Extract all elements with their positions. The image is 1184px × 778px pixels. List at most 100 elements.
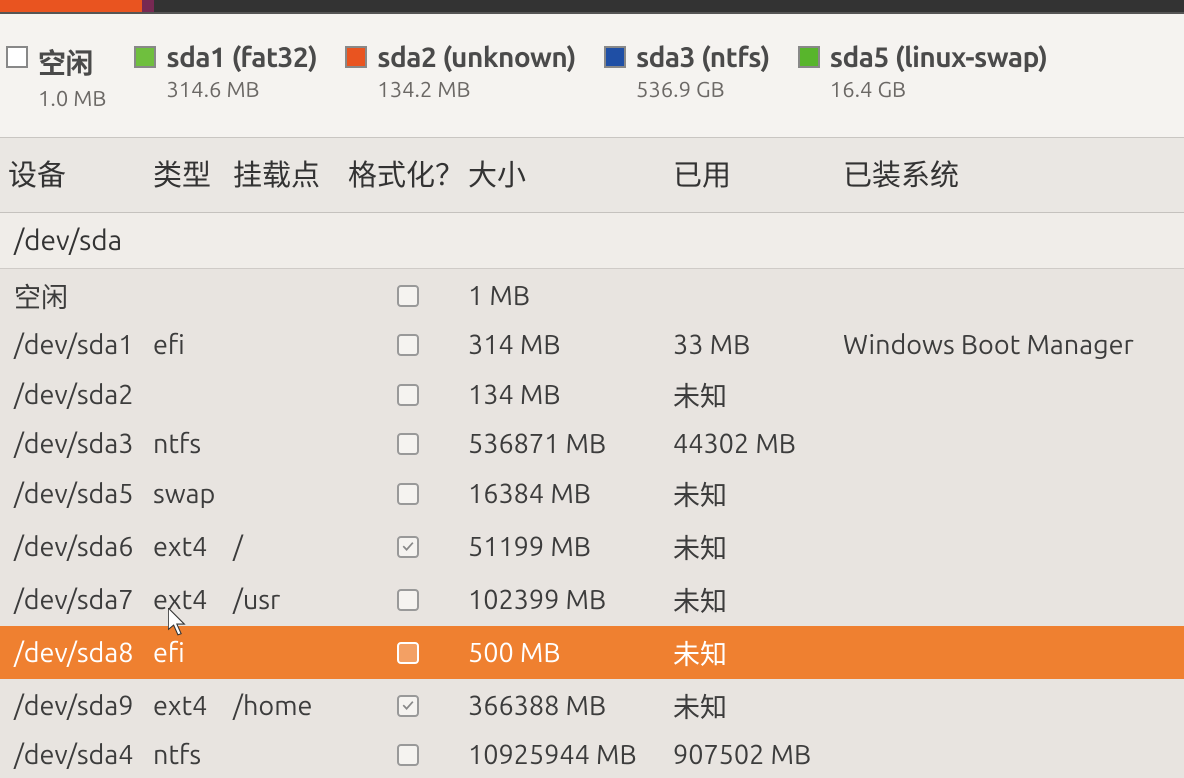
cell-device: /dev/sda6 [8, 532, 153, 562]
cell-device: /dev/sda8 [8, 638, 153, 668]
cell-type: ntfs [153, 429, 233, 459]
partition-row[interactable]: /dev/sda9ext4/home366388 MB未知 [0, 679, 1184, 732]
legend-sda3-label: sda3 (ntfs) [636, 42, 770, 73]
cell-used: 未知 [673, 580, 843, 619]
cell-size: 16384 MB [468, 479, 673, 509]
cell-format [348, 744, 468, 766]
cell-size: 51199 MB [468, 532, 673, 562]
cell-format [348, 433, 468, 455]
cell-format [348, 384, 468, 406]
partition-table-body: /dev/sda 空闲 1 MB/dev/sda1efi 314 MB33 MBWi… [0, 213, 1184, 778]
disk-header-row[interactable]: /dev/sda [0, 213, 1184, 269]
cell-system: Windows Boot Manager [843, 330, 1183, 360]
cell-type: ntfs [153, 740, 233, 770]
cell-format [348, 589, 468, 611]
disk-name: /dev/sda [8, 225, 153, 256]
cell-type: efi [153, 330, 233, 360]
legend-free-label: 空闲 [38, 42, 106, 82]
cell-mount: / [233, 532, 348, 562]
cell-used: 未知 [673, 686, 843, 725]
format-checkbox[interactable] [397, 334, 419, 356]
cell-used: 未知 [673, 375, 843, 414]
cell-format [348, 285, 468, 307]
format-checkbox[interactable] [397, 483, 419, 505]
legend-sda5-size: 16.4 GB [830, 77, 1048, 102]
legend-sda3: sda3 (ntfs) 536.9 GB [604, 42, 770, 102]
cell-format [348, 536, 468, 558]
col-type: 类型 [153, 152, 233, 194]
partition-row[interactable]: /dev/sda7ext4/usr 102399 MB未知 [0, 573, 1184, 626]
cell-device: /dev/sda2 [8, 380, 153, 410]
partition-legend: 空闲 1.0 MB sda1 (fat32) 314.6 MB sda2 (un… [0, 14, 1184, 138]
format-checkbox[interactable] [397, 642, 419, 664]
cell-size: 536871 MB [468, 429, 673, 459]
cell-size: 134 MB [468, 380, 673, 410]
cell-type: swap [153, 479, 233, 509]
legend-sda2-label: sda2 (unknown) [377, 42, 576, 73]
cell-device: /dev/sda9 [8, 691, 153, 721]
legend-swatch-free [6, 46, 28, 68]
partition-table-header: 设备 类型 挂载点 格式化？ 大小 已用 已装系统 [0, 138, 1184, 213]
partition-row[interactable]: /dev/sda5swap 16384 MB未知 [0, 467, 1184, 520]
format-checkbox[interactable] [397, 589, 419, 611]
legend-sda5: sda5 (linux-swap) 16.4 GB [798, 42, 1048, 102]
partition-row[interactable]: /dev/sda3ntfs 536871 MB44302 MB [0, 421, 1184, 467]
legend-swatch-sda3 [604, 46, 626, 68]
col-format: 格式化？ [348, 152, 468, 194]
legend-sda1-label: sda1 (fat32) [166, 42, 317, 73]
cell-device: /dev/sda1 [8, 330, 153, 360]
col-device: 设备 [8, 152, 153, 194]
partition-row[interactable]: /dev/sda2 134 MB未知 [0, 368, 1184, 421]
cell-used: 未知 [673, 474, 843, 513]
partition-row[interactable]: /dev/sda1efi 314 MB33 MBWindows Boot Mana… [0, 322, 1184, 368]
cell-device: /dev/sda5 [8, 479, 153, 509]
cell-mount: /home [233, 691, 348, 721]
cell-device: /dev/sda7 [8, 585, 153, 615]
format-checkbox[interactable] [397, 695, 419, 717]
cell-format [348, 642, 468, 664]
cell-size: 102399 MB [468, 585, 673, 615]
format-checkbox[interactable] [397, 744, 419, 766]
cell-device: /dev/sda3 [8, 429, 153, 459]
cell-used: 未知 [673, 527, 843, 566]
partition-row[interactable]: /dev/sda8efi500 MB未知 [0, 626, 1184, 679]
cell-format [348, 334, 468, 356]
cell-size: 10925944 MB [468, 740, 673, 770]
cell-type: ext4 [153, 532, 233, 562]
cell-used: 44302 MB [673, 429, 843, 459]
cell-type: ext4 [153, 585, 233, 615]
partition-row[interactable]: /dev/sda4ntfs 10925944 MB907502 MB [0, 732, 1184, 778]
format-checkbox[interactable] [397, 384, 419, 406]
cell-size: 1 MB [468, 281, 673, 311]
legend-sda1: sda1 (fat32) 314.6 MB [134, 42, 317, 102]
col-size: 大小 [468, 152, 673, 194]
col-mount: 挂载点 [233, 152, 348, 194]
legend-sda5-label: sda5 (linux-swap) [830, 42, 1048, 73]
cell-size: 314 MB [468, 330, 673, 360]
cell-used: 未知 [673, 633, 843, 672]
cell-mount: /usr [233, 585, 348, 615]
legend-swatch-sda5 [798, 46, 820, 68]
col-used: 已用 [673, 152, 843, 194]
legend-sda3-size: 536.9 GB [636, 77, 770, 102]
format-checkbox[interactable] [397, 285, 419, 307]
format-checkbox[interactable] [397, 433, 419, 455]
cell-device: /dev/sda4 [8, 740, 153, 770]
cell-used: 907502 MB [673, 740, 843, 770]
legend-sda2-size: 134.2 MB [377, 77, 576, 102]
cell-format [348, 483, 468, 505]
legend-swatch-sda2 [345, 46, 367, 68]
window-accent-bar [0, 0, 1184, 14]
cell-format [348, 695, 468, 717]
partition-row[interactable]: 空闲 1 MB [0, 269, 1184, 322]
cell-size: 500 MB [468, 638, 673, 668]
col-system: 已装系统 [843, 152, 1183, 194]
legend-sda2: sda2 (unknown) 134.2 MB [345, 42, 576, 102]
partition-row[interactable]: /dev/sda6ext4/ 51199 MB未知 [0, 520, 1184, 573]
legend-free: 空闲 1.0 MB [6, 42, 106, 111]
cell-used: 33 MB [673, 330, 843, 360]
cell-device: 空闲 [8, 276, 153, 315]
legend-sda1-size: 314.6 MB [166, 77, 317, 102]
cell-type: ext4 [153, 691, 233, 721]
format-checkbox[interactable] [397, 536, 419, 558]
